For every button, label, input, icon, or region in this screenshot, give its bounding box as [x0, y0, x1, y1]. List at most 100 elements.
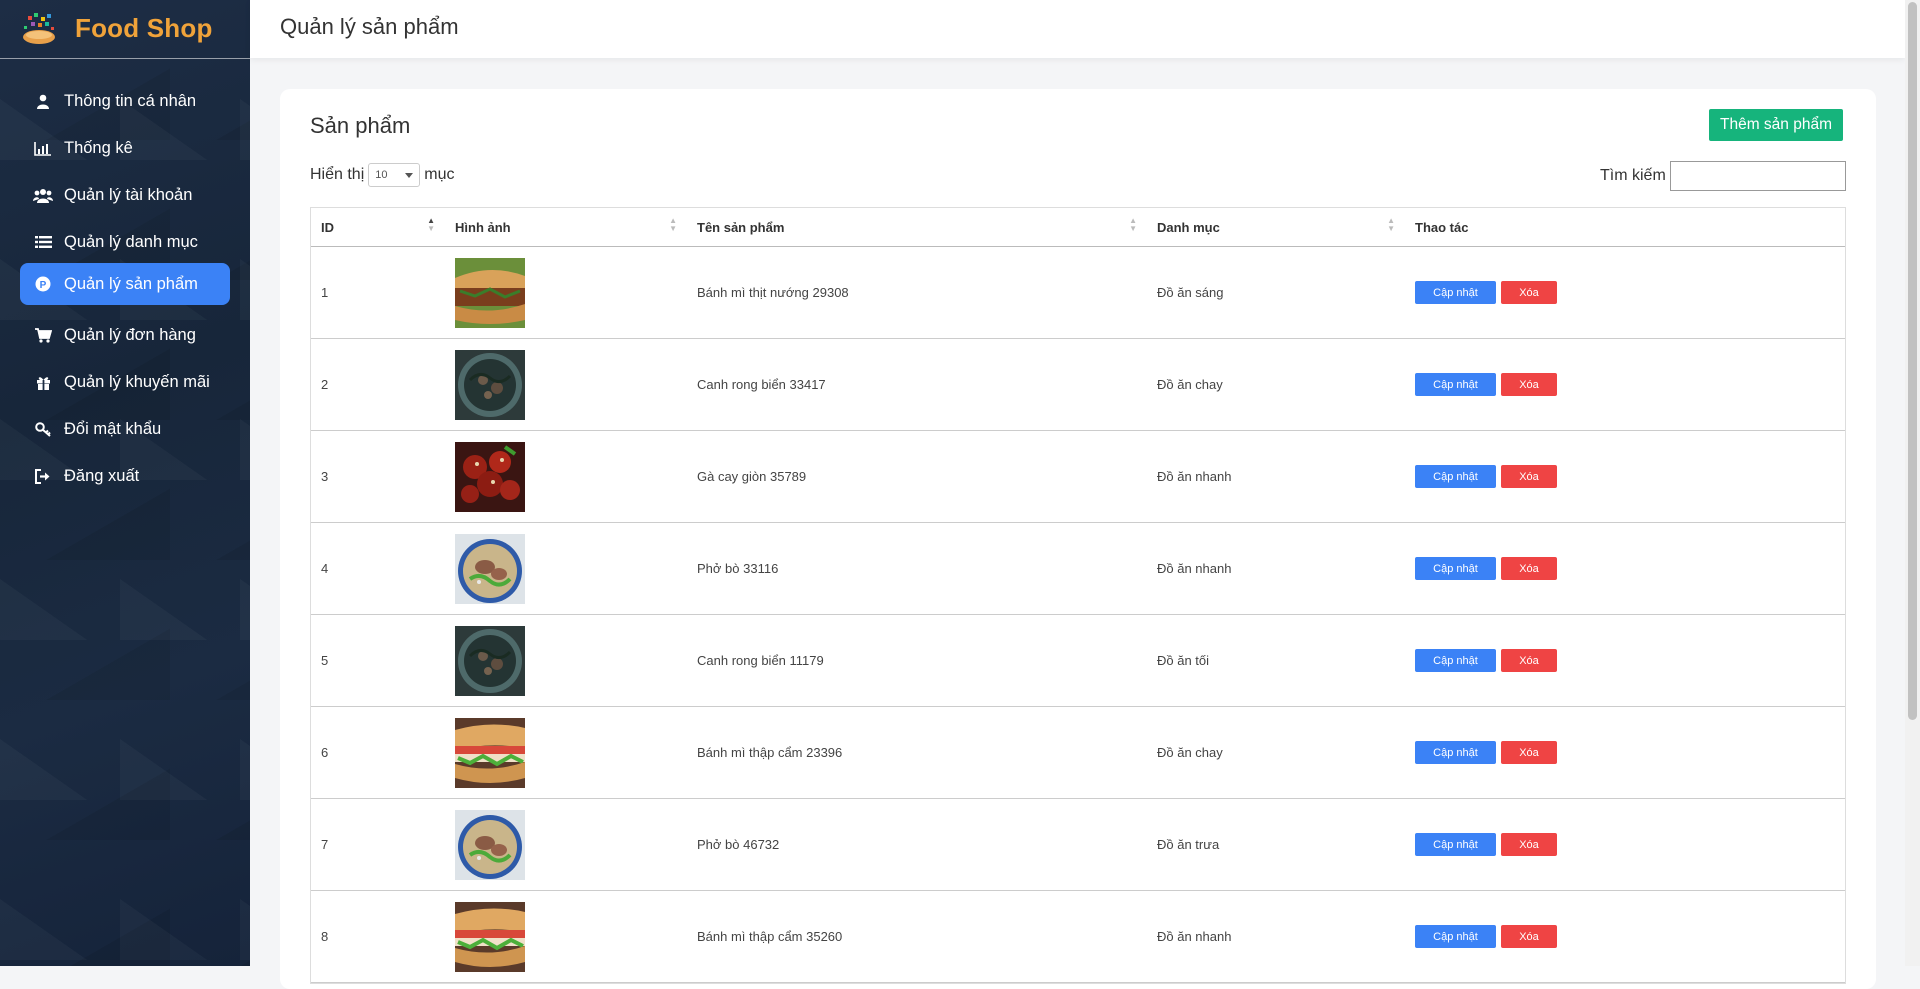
cell-actions: Cập nhật Xóa	[1405, 246, 1845, 339]
svg-text:P: P	[40, 280, 47, 291]
cell-actions: Cập nhật Xóa	[1405, 706, 1845, 799]
cell-category: Đồ ăn nhanh	[1147, 430, 1405, 523]
sidebar-item-promotions[interactable]: Quản lý khuyến mãi	[20, 361, 230, 403]
sidebar-item-categories[interactable]: Quản lý danh mục	[20, 221, 230, 263]
brand[interactable]: Food Shop	[0, 0, 250, 59]
cell-actions: Cập nhật Xóa	[1405, 614, 1845, 707]
cell-name: Phở bò 46732	[687, 798, 1147, 891]
bar-chart-icon	[32, 139, 54, 157]
update-button[interactable]: Cập nhật	[1415, 465, 1496, 488]
cell-image	[445, 430, 687, 523]
column-header-name[interactable]: Tên sản phẩm ▲ ▼	[687, 208, 1147, 247]
product-image	[455, 625, 677, 696]
table-row: 4 Phở bò 33116 Đồ ăn nhanh Cập nhật Xóa	[311, 522, 1845, 615]
column-header-category[interactable]: Danh mục ▲ ▼	[1147, 208, 1405, 247]
table-row: 1 Bánh mì thịt nướng 29308 Đồ ăn sáng Cập n…	[311, 246, 1845, 339]
cell-category: Đồ ăn chay	[1147, 706, 1405, 799]
update-button[interactable]: Cập nhật	[1415, 373, 1496, 396]
scrollbar-thumb[interactable]	[1908, 2, 1917, 720]
cell-actions: Cập nhật Xóa	[1405, 522, 1845, 615]
sidebar-item-label: Đổi mật khẩu	[64, 419, 162, 438]
delete-button[interactable]: Xóa	[1501, 649, 1557, 672]
cell-name: Bánh mì thịt nướng 29308	[687, 246, 1147, 339]
sidebar-item-accounts[interactable]: Quản lý tài khoản	[20, 174, 230, 216]
users-icon	[32, 186, 54, 204]
update-button[interactable]: Cập nhật	[1415, 833, 1496, 856]
table-row: 8 Bánh mì thập cẩm 35260 Đồ ăn nhanh Cập nh…	[311, 890, 1845, 983]
product-image	[455, 717, 677, 788]
sidebar-item-label: Quản lý tài khoản	[64, 185, 193, 204]
table-row: 6 Bánh mì thập cẩm 23396 Đồ ăn chay Cập nhậ…	[311, 706, 1845, 799]
cell-id: 5	[311, 614, 445, 707]
delete-button[interactable]: Xóa	[1501, 465, 1557, 488]
sidebar-item-label: Thông tin cá nhân	[64, 91, 197, 110]
delete-button[interactable]: Xóa	[1501, 281, 1557, 304]
cell-name: Canh rong biển 33417	[687, 338, 1147, 431]
update-button[interactable]: Cập nhật	[1415, 557, 1496, 580]
product-badge-icon: P	[32, 275, 54, 293]
sidebar-item-label: Quản lý sản phẩm	[64, 274, 198, 293]
cell-category: Đồ ăn trưa	[1147, 798, 1405, 891]
cell-category: Đồ ăn nhanh	[1147, 890, 1405, 983]
column-header-actions: Thao tác	[1405, 208, 1845, 247]
sort-icon: ▲ ▼	[669, 216, 677, 233]
page-length-select[interactable]: 10	[368, 163, 421, 187]
search-input[interactable]	[1669, 161, 1846, 191]
cell-category: Đồ ăn nhanh	[1147, 522, 1405, 615]
page-title: Quản lý sản phẩm	[280, 14, 459, 39]
list-icon	[32, 233, 54, 251]
cell-image	[445, 798, 687, 891]
delete-button[interactable]: Xóa	[1501, 833, 1557, 856]
cell-image	[445, 246, 687, 339]
delete-button[interactable]: Xóa	[1501, 741, 1557, 764]
column-header-id[interactable]: ID ▲ ▼	[311, 208, 445, 247]
chevron-down-icon	[405, 172, 414, 178]
delete-button[interactable]: Xóa	[1501, 557, 1557, 580]
page-length-control: Hiển thị 10 mục	[310, 163, 454, 187]
cell-actions: Cập nhật Xóa	[1405, 798, 1845, 891]
column-header-image[interactable]: Hình ảnh ▲ ▼	[445, 208, 687, 247]
table-row: 3 Gà cay giòn 35789 Đồ ăn nhanh Cập nhật Xóa	[311, 430, 1845, 523]
cell-category: Đồ ăn sáng	[1147, 246, 1405, 339]
product-image	[455, 809, 677, 880]
search-control: Tìm kiếm	[1600, 161, 1846, 191]
sidebar-item-statistics[interactable]: Thống kê	[20, 127, 230, 169]
sidebar-item-label: Thống kê	[64, 138, 133, 157]
product-image	[455, 441, 677, 512]
sidebar-item-label: Đăng xuất	[64, 466, 140, 485]
products-card: Sản phẩm Thêm sản phẩm Hiển thị 10 mục T…	[280, 89, 1876, 989]
cell-image	[445, 614, 687, 707]
sidebar-item-logout[interactable]: Đăng xuất	[20, 455, 230, 497]
sidebar-item-orders[interactable]: Quản lý đơn hàng	[20, 314, 230, 356]
page-length-value: 10	[375, 169, 388, 181]
delete-button[interactable]: Xóa	[1501, 925, 1557, 948]
product-image	[455, 901, 677, 972]
topbar: Quản lý sản phẩm	[250, 0, 1905, 58]
table-header-row: ID ▲ ▼ Hình ảnh ▲ ▼ Tên sản phẩm ▲ ▼ Danh m…	[311, 208, 1845, 247]
logout-icon	[32, 467, 54, 485]
cell-actions: Cập nhật Xóa	[1405, 430, 1845, 523]
cell-image	[445, 706, 687, 799]
sidebar-item-profile[interactable]: Thông tin cá nhân	[20, 80, 230, 122]
cell-name: Canh rong biển 11179	[687, 614, 1147, 707]
update-button[interactable]: Cập nhật	[1415, 281, 1496, 304]
delete-button[interactable]: Xóa	[1501, 373, 1557, 396]
cell-name: Bánh mì thập cẩm 23396	[687, 706, 1147, 799]
update-button[interactable]: Cập nhật	[1415, 925, 1496, 948]
sort-icon: ▲ ▼	[1387, 216, 1395, 233]
sidebar-item-label: Quản lý danh mục	[64, 232, 198, 251]
sort-icon: ▲ ▼	[1129, 216, 1137, 233]
add-product-button[interactable]: Thêm sản phẩm	[1709, 109, 1843, 141]
update-button[interactable]: Cập nhật	[1415, 741, 1496, 764]
cell-name: Gà cay giòn 35789	[687, 430, 1147, 523]
table-row: 5 Canh rong biển 11179 Đồ ăn tối Cập nhật Xó…	[311, 614, 1845, 707]
update-button[interactable]: Cập nhật	[1415, 649, 1496, 672]
sort-icon: ▲ ▼	[427, 216, 435, 233]
cell-id: 6	[311, 706, 445, 799]
search-label: Tìm kiếm	[1600, 167, 1666, 184]
cart-icon	[32, 326, 54, 344]
table-row: 7 Phở bò 46732 Đồ ăn trưa Cập nhật Xóa	[311, 798, 1845, 891]
brand-name: Food Shop	[75, 13, 213, 43]
sidebar-item-change-password[interactable]: Đổi mật khẩu	[20, 408, 230, 450]
sidebar-item-products[interactable]: P Quản lý sản phẩm	[20, 263, 230, 305]
